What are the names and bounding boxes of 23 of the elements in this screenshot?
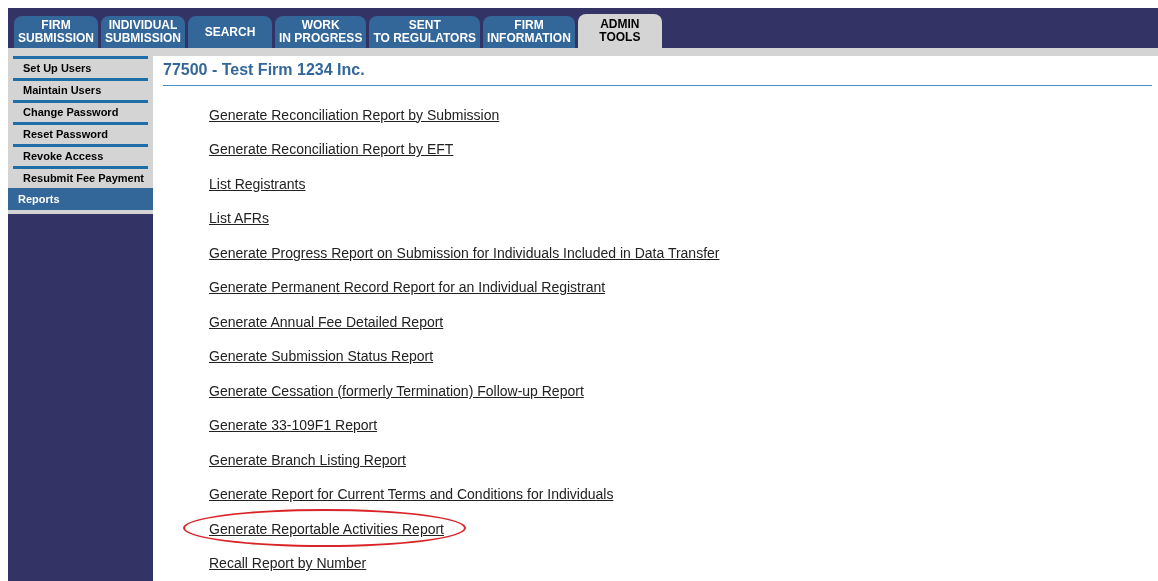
report-link[interactable]: List Registrants — [209, 173, 306, 195]
nav-tab[interactable]: FIRM SUBMISSION — [14, 16, 98, 48]
report-link[interactable]: Generate Progress Report on Submission for Individuals Included in Data Transfer — [209, 242, 720, 264]
page-heading: 77500 - Test Firm 1234 Inc. — [163, 56, 1152, 86]
report-link[interactable]: Generate Submission Status Report — [209, 346, 434, 368]
nav-tab[interactable]: SEARCH — [188, 16, 273, 48]
report-link[interactable]: Generate Reconciliation Report by EFT — [209, 139, 454, 161]
report-link[interactable]: Generate Report for Current Terms and Conditions for Individuals — [209, 484, 614, 506]
nav-tab[interactable]: INDIVIDUAL SUBMISSION — [101, 16, 186, 48]
report-link[interactable]: Generate Reportable Activities Report — [209, 518, 444, 540]
nav-tab[interactable]: ADMIN TOOLS — [577, 14, 662, 48]
nav-tab[interactable]: FIRM INFORMATION — [483, 16, 575, 48]
report-link[interactable]: Generate 33-109F1 Report — [209, 415, 378, 437]
report-link[interactable]: Generate Annual Fee Detailed Report — [209, 311, 444, 333]
report-link[interactable]: Generate Branch Listing Report — [209, 449, 406, 471]
report-link[interactable]: Recall Report by Number — [209, 553, 367, 575]
report-link[interactable]: Generate Reconciliation Report by Submission — [209, 104, 500, 126]
report-link[interactable]: List AFRs — [209, 208, 269, 230]
report-link[interactable]: Generate Permanent Record Report for an Individual Registrant — [209, 277, 606, 299]
report-link[interactable]: Generate Cessation (formerly Termination) Follow-up Report — [209, 380, 584, 402]
nav-tab[interactable]: SENT TO REGULATORS — [369, 16, 481, 48]
nav-tab[interactable]: WORK IN PROGRESS — [275, 16, 367, 48]
sidebar-item[interactable]: Reports — [8, 188, 153, 210]
